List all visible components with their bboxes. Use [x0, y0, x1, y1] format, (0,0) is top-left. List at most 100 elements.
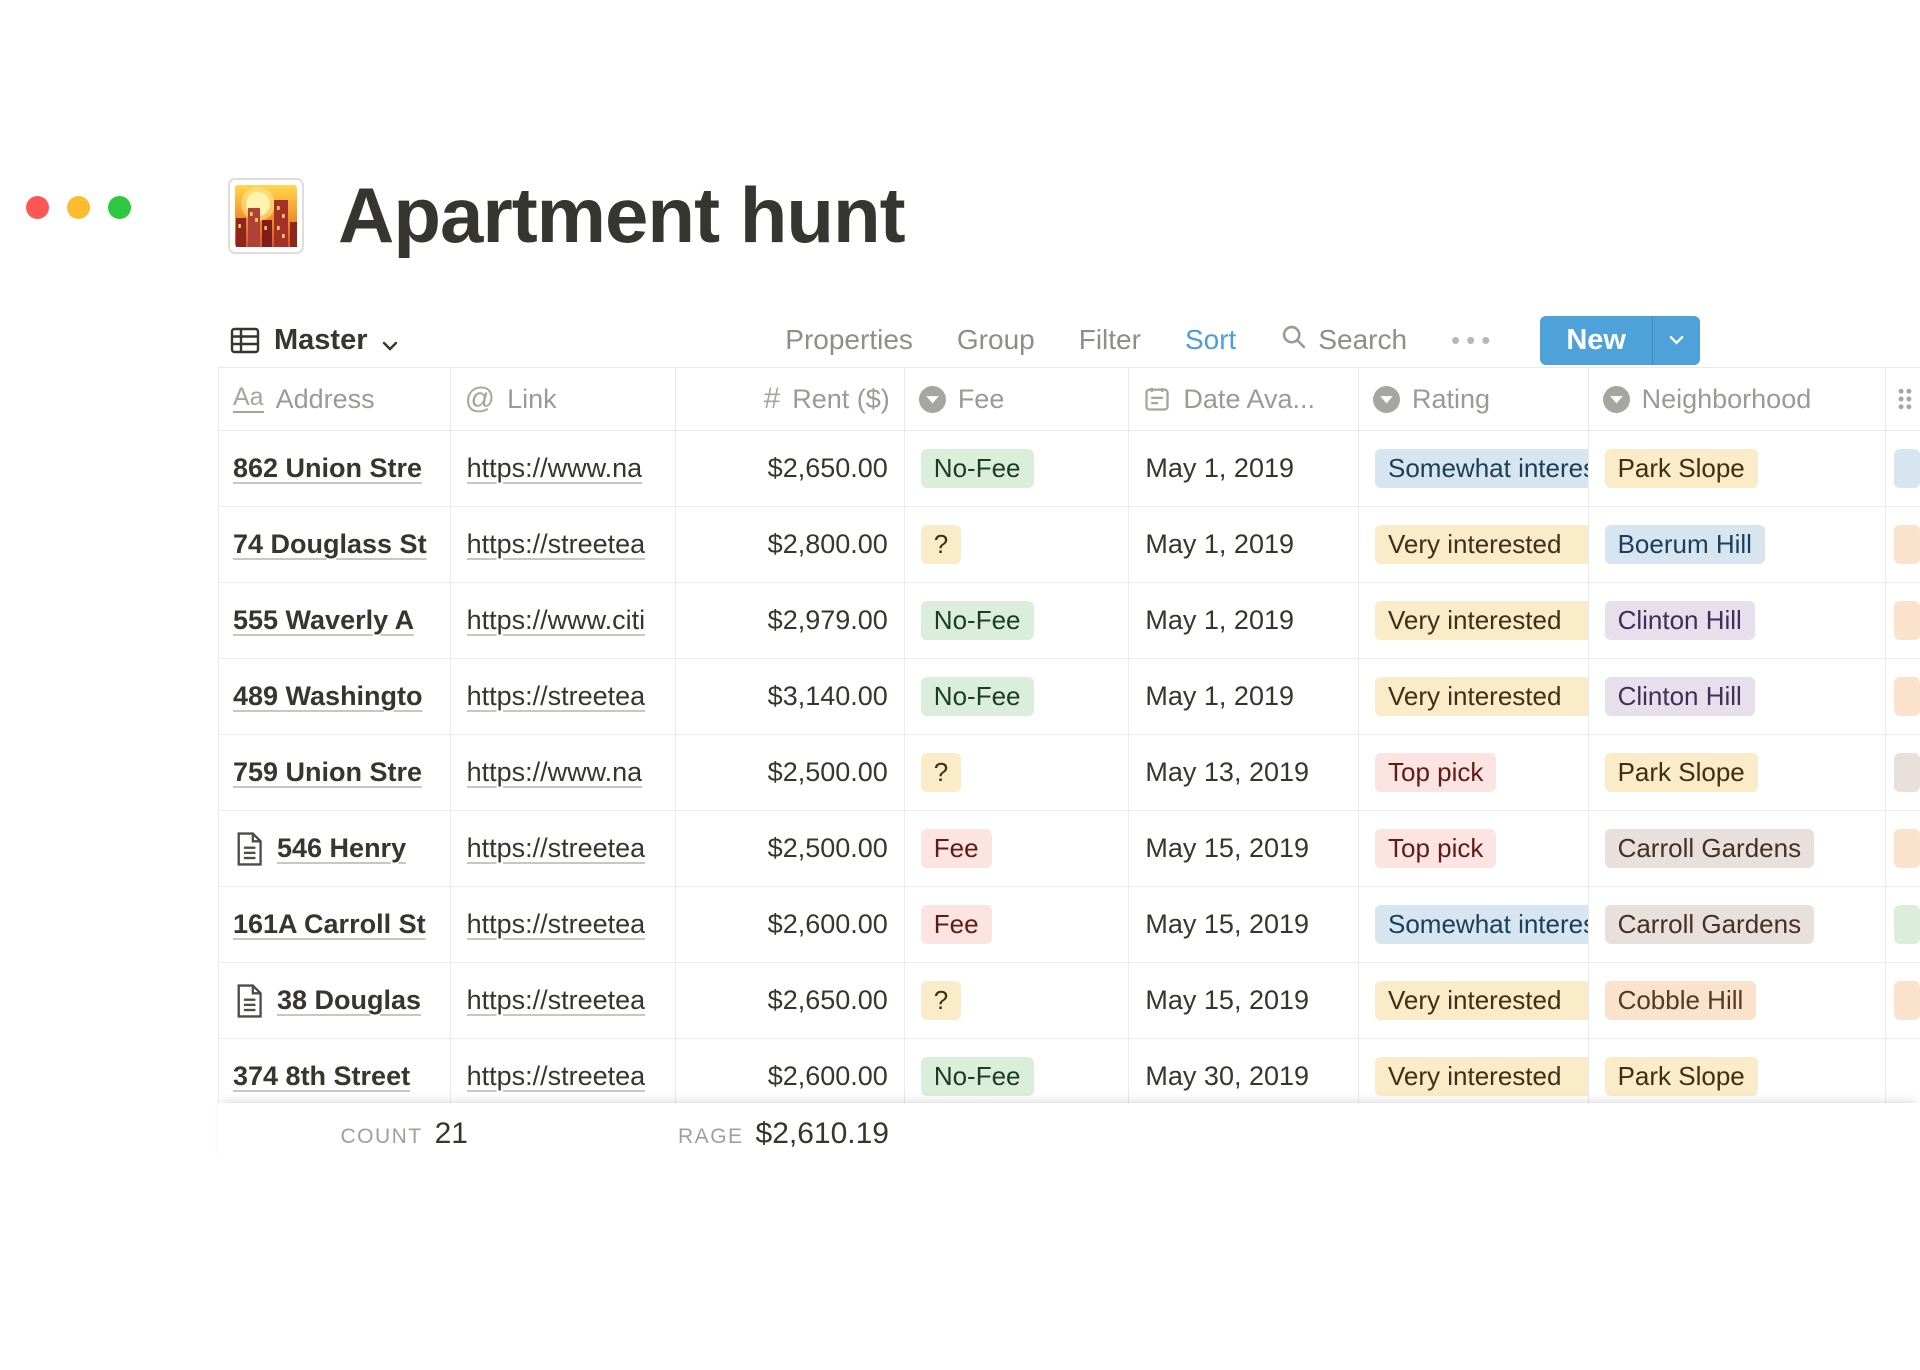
new-button-chevron-down-icon[interactable] — [1653, 316, 1700, 365]
cell-fee[interactable]: ? — [905, 507, 1130, 582]
cell-neighborhood[interactable]: Carroll Gardens — [1589, 811, 1886, 886]
column-header-link[interactable]: @Link — [451, 368, 677, 430]
cell-link[interactable]: https://streetea — [451, 659, 677, 734]
cell-link[interactable]: https://www.na — [451, 431, 677, 506]
cell-fee[interactable]: Fee — [905, 887, 1130, 962]
cell-rating[interactable]: Very interested — [1359, 963, 1589, 1038]
cell-rent[interactable]: $2,600.00 — [676, 1039, 905, 1103]
cell-rating[interactable]: Top pick — [1359, 811, 1589, 886]
column-header-address[interactable]: AaAddress — [219, 368, 451, 430]
table-row[interactable]: 759 Union Strehttps://www.na$2,500.00?Ma… — [218, 735, 1920, 811]
table-row[interactable]: 74 Douglass Sthttps://streetea$2,800.00?… — [218, 507, 1920, 583]
table-row[interactable]: 374 8th Streethttps://streetea$2,600.00N… — [218, 1039, 1920, 1103]
cell-neighborhood[interactable]: Carroll Gardens — [1589, 887, 1886, 962]
cell-rating[interactable]: Somewhat interested — [1359, 431, 1589, 506]
table-row[interactable]: 489 Washingtohttps://streetea$3,140.00No… — [218, 659, 1920, 735]
cell-address[interactable]: 862 Union Stre — [219, 431, 451, 506]
cell-date-available[interactable]: May 15, 2019 — [1129, 963, 1359, 1038]
table-row[interactable]: 161A Carroll Sthttps://streetea$2,600.00… — [218, 887, 1920, 963]
cell-neighborhood[interactable]: Clinton Hill — [1589, 583, 1886, 658]
cell-rating[interactable]: Very interested — [1359, 507, 1589, 582]
cell-address[interactable]: 38 Douglas — [219, 963, 451, 1038]
cell-fee[interactable]: Fee — [905, 811, 1130, 886]
cell-link[interactable]: https://streetea — [451, 507, 677, 582]
cell-rating[interactable]: Top pick — [1359, 735, 1589, 810]
new-button[interactable]: New — [1540, 316, 1700, 365]
cell-link[interactable]: https://streetea — [451, 811, 677, 886]
toolbar-item-properties[interactable]: Properties — [785, 324, 913, 356]
cell-address[interactable]: 759 Union Stre — [219, 735, 451, 810]
page-emoji-cityscape-sunset-icon[interactable] — [228, 178, 304, 254]
cell-overflow[interactable] — [1886, 963, 1920, 1038]
cell-overflow[interactable] — [1886, 811, 1920, 886]
table-row[interactable]: 38 Douglashttps://streetea$2,650.00?May … — [218, 963, 1920, 1039]
cell-date-available[interactable]: May 15, 2019 — [1129, 811, 1359, 886]
table-row[interactable]: 862 Union Strehttps://www.na$2,650.00No-… — [218, 431, 1920, 507]
window-minimize-button[interactable] — [67, 196, 90, 219]
cell-address[interactable]: 546 Henry — [219, 811, 451, 886]
cell-address[interactable]: 161A Carroll St — [219, 887, 451, 962]
column-header-rating[interactable]: Rating — [1359, 368, 1589, 430]
toolbar-item-group[interactable]: Group — [957, 324, 1035, 356]
column-header-date-available[interactable]: Date Ava... — [1129, 368, 1359, 430]
cell-overflow[interactable] — [1886, 507, 1920, 582]
window-zoom-button[interactable] — [108, 196, 131, 219]
cell-date-available[interactable]: May 1, 2019 — [1129, 659, 1359, 734]
cell-neighborhood[interactable]: Park Slope — [1589, 431, 1886, 506]
cell-rating[interactable]: Somewhat interested — [1359, 887, 1589, 962]
cell-address[interactable]: 555 Waverly A — [219, 583, 451, 658]
cell-overflow[interactable] — [1886, 431, 1920, 506]
cell-fee[interactable]: No-Fee — [905, 431, 1130, 506]
cell-rent[interactable]: $3,140.00 — [676, 659, 905, 734]
cell-date-available[interactable]: May 15, 2019 — [1129, 887, 1359, 962]
cell-rent[interactable]: $2,500.00 — [676, 735, 905, 810]
cell-fee[interactable]: No-Fee — [905, 1039, 1130, 1103]
cell-rent[interactable]: $2,800.00 — [676, 507, 905, 582]
cell-date-available[interactable]: May 1, 2019 — [1129, 431, 1359, 506]
cell-link[interactable]: https://streetea — [451, 963, 677, 1038]
cell-fee[interactable]: ? — [905, 963, 1130, 1038]
cell-rent[interactable]: $2,600.00 — [676, 887, 905, 962]
column-header-rent[interactable]: #Rent ($) — [676, 368, 905, 430]
cell-link[interactable]: https://www.citi — [451, 583, 677, 658]
cell-rating[interactable]: Very interested — [1359, 659, 1589, 734]
search-button[interactable]: Search — [1280, 323, 1407, 358]
cell-rent[interactable]: $2,979.00 — [676, 583, 905, 658]
cell-link[interactable]: https://streetea — [451, 887, 677, 962]
cell-neighborhood[interactable]: Clinton Hill — [1589, 659, 1886, 734]
window-close-button[interactable] — [26, 196, 49, 219]
cell-overflow[interactable] — [1886, 659, 1920, 734]
cell-rent[interactable]: $2,500.00 — [676, 811, 905, 886]
cell-overflow[interactable] — [1886, 887, 1920, 962]
column-header-fee[interactable]: Fee — [905, 368, 1130, 430]
cell-neighborhood[interactable]: Park Slope — [1589, 735, 1886, 810]
cell-neighborhood[interactable]: Cobble Hill — [1589, 963, 1886, 1038]
cell-rating[interactable]: Very interested — [1359, 1039, 1589, 1103]
cell-date-available[interactable]: May 1, 2019 — [1129, 507, 1359, 582]
view-switcher[interactable]: Master — [230, 322, 398, 359]
cell-link[interactable]: https://www.na — [451, 735, 677, 810]
cell-rent[interactable]: $2,650.00 — [676, 963, 905, 1038]
cell-link[interactable]: https://streetea — [451, 1039, 677, 1103]
cell-rent[interactable]: $2,650.00 — [676, 431, 905, 506]
column-header-more[interactable] — [1886, 368, 1920, 430]
cell-date-available[interactable]: May 13, 2019 — [1129, 735, 1359, 810]
cell-overflow[interactable] — [1886, 583, 1920, 658]
cell-fee[interactable]: ? — [905, 735, 1130, 810]
cell-neighborhood[interactable]: Park Slope — [1589, 1039, 1886, 1103]
footer-count-cell[interactable]: COUNT 21 — [218, 1117, 468, 1151]
cell-neighborhood[interactable]: Boerum Hill — [1589, 507, 1886, 582]
footer-average-cell[interactable]: RAGE $2,610.19 — [676, 1117, 889, 1151]
cell-fee[interactable]: No-Fee — [905, 583, 1130, 658]
table-row[interactable]: 555 Waverly Ahttps://www.citi$2,979.00No… — [218, 583, 1920, 659]
cell-fee[interactable]: No-Fee — [905, 659, 1130, 734]
table-row[interactable]: 546 Henryhttps://streetea$2,500.00FeeMay… — [218, 811, 1920, 887]
more-options-button[interactable]: ••• — [1451, 325, 1496, 356]
cell-address[interactable]: 74 Douglass St — [219, 507, 451, 582]
toolbar-item-filter[interactable]: Filter — [1079, 324, 1141, 356]
cell-overflow[interactable] — [1886, 735, 1920, 810]
cell-address[interactable]: 489 Washingto — [219, 659, 451, 734]
cell-overflow[interactable] — [1886, 1039, 1920, 1103]
column-header-neighborhood[interactable]: Neighborhood — [1589, 368, 1886, 430]
cell-date-available[interactable]: May 30, 2019 — [1129, 1039, 1359, 1103]
